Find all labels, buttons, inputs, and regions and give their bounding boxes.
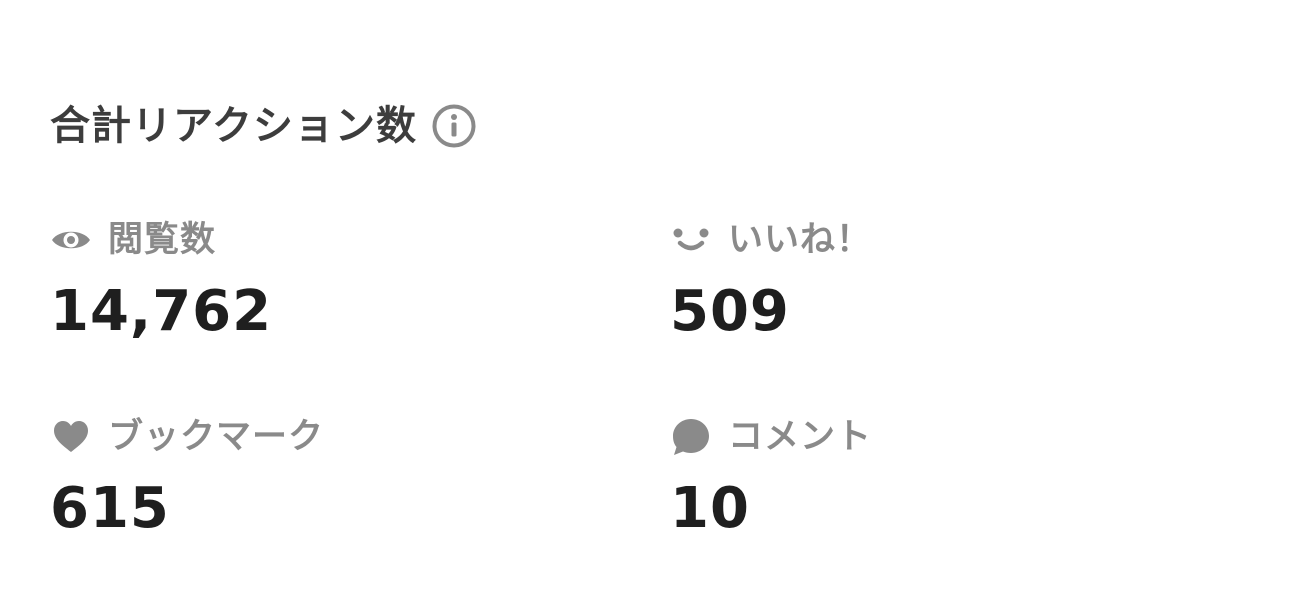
speech-bubble-icon [670,416,712,458]
stat-bookmarks-label: ブックマーク [108,416,325,457]
section-title: 合計リアクション数 [50,103,417,149]
stat-likes-value: 509 [670,279,790,344]
stat-views-value: 14,762 [50,279,273,344]
stat-comments: コメント 10 [670,413,872,537]
stat-comments-label: コメント [728,416,873,457]
stat-likes: いいね！ 509 [670,216,872,340]
stat-bookmarks-label-row: ブックマーク [50,413,324,461]
stat-views-label: 閲覧数 [108,219,217,260]
heart-icon [50,416,92,458]
stat-comments-value: 10 [670,476,750,541]
eye-icon [50,219,92,261]
stat-comments-label-row: コメント [670,413,872,461]
info-icon[interactable] [431,103,477,149]
stat-likes-label: いいね！ [728,219,873,260]
section-header: 合計リアクション数 [50,98,477,154]
stat-views: 閲覧数 14,762 [50,216,272,340]
stat-bookmarks: ブックマーク 615 [50,413,324,537]
stat-bookmarks-value: 615 [50,476,170,541]
smile-icon [670,219,712,261]
reaction-summary-panel: 合計リアクション数 閲覧数 14,762 いいね！ 509 ブックマーク 615… [0,0,1290,597]
stat-likes-label-row: いいね！ [670,216,872,264]
stat-views-label-row: 閲覧数 [50,216,272,264]
